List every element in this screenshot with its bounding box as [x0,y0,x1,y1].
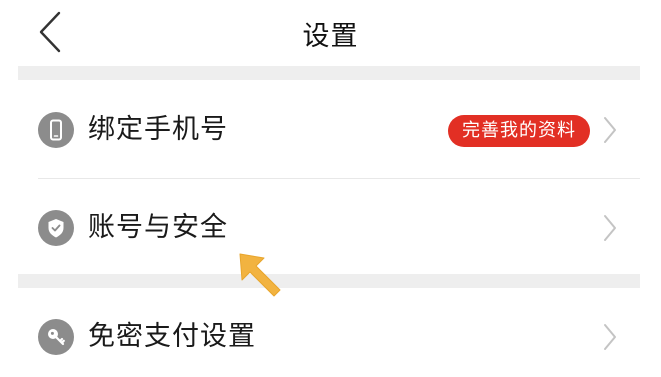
shield-check-icon [38,210,74,246]
chevron-right-icon [604,215,616,241]
key-icon [38,319,74,355]
header-bar: 设置 [0,0,661,66]
settings-item-password-free-pay[interactable]: 免密支付设置 [18,289,640,377]
row-divider [38,178,640,179]
settings-item-label: 免密支付设置 [88,321,256,352]
section-gap [18,274,640,288]
phone-icon [38,112,74,148]
settings-item-bind-phone[interactable]: 绑定手机号 完善我的资料 [18,82,640,178]
settings-item-account-security[interactable]: 账号与安全 [18,180,640,276]
section-gap [18,66,640,80]
settings-item-label: 账号与安全 [88,212,228,243]
complete-profile-badge[interactable]: 完善我的资料 [448,115,590,147]
settings-item-label: 绑定手机号 [88,114,228,145]
chevron-right-icon [604,117,616,143]
page-title: 设置 [302,21,359,52]
pointer-arrow-icon [239,253,281,297]
chevron-right-icon [604,324,616,350]
